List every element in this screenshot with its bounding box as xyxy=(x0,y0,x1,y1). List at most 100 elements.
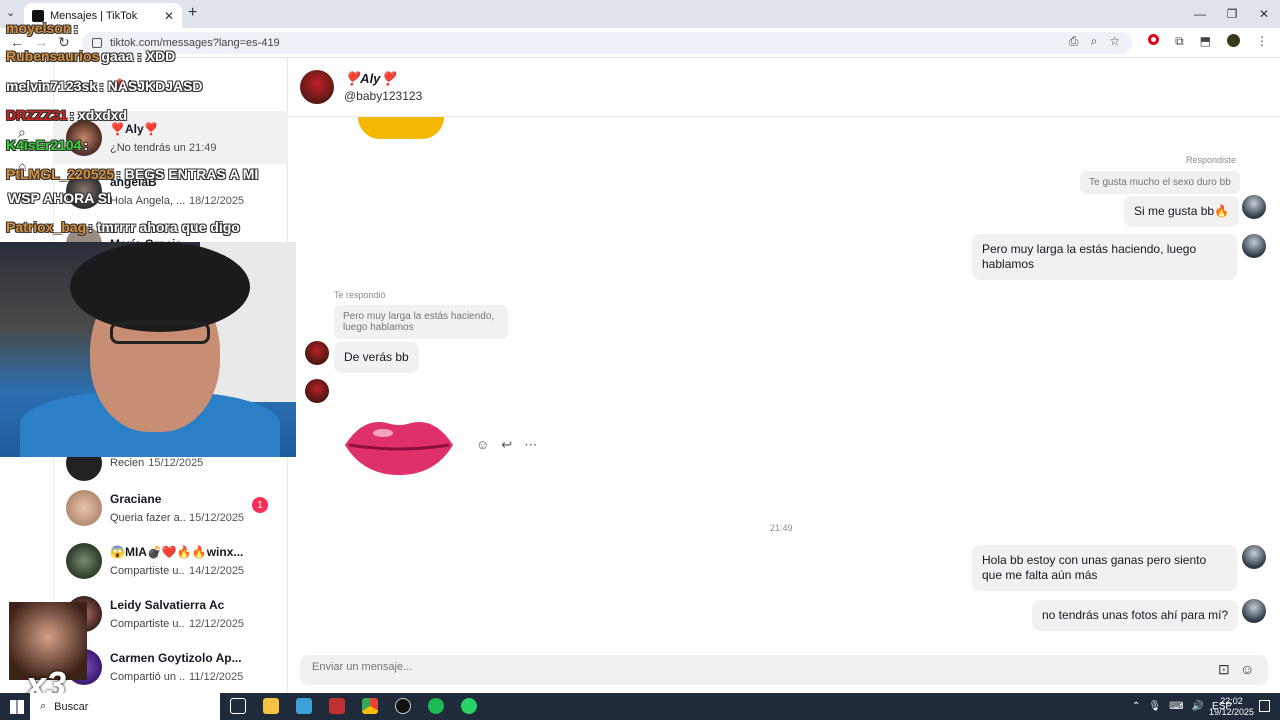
conversation-preview: ¿No tendrás unas fot... xyxy=(110,141,185,154)
omnibox-icons: ⎙ ⌕ ☆ xyxy=(1069,34,1120,49)
file-explorer-icon[interactable] xyxy=(263,698,279,714)
conversation-date: 21:49 xyxy=(189,141,217,154)
overlay-chat-line: K4isEr2104: xyxy=(6,137,89,153)
window-controls: — ❐ ✕ xyxy=(1184,0,1280,28)
contact-avatar[interactable] xyxy=(300,70,334,104)
taskbar-apps xyxy=(230,698,477,714)
chrome-icon[interactable] xyxy=(362,698,378,714)
window-close-icon[interactable]: ✕ xyxy=(1248,0,1280,28)
conversation-date: 11/12/2025 xyxy=(189,670,244,683)
conversation-date: 15/12/2025 xyxy=(189,511,245,524)
notifications-icon[interactable] xyxy=(1259,700,1270,712)
url-field[interactable]: tiktok.com/messages?lang=es-419 xyxy=(82,32,1132,54)
message-bubble[interactable]: Hola bb estoy con unas ganas pero siento… xyxy=(972,545,1237,591)
volume-icon[interactable]: 🔊 xyxy=(1192,701,1204,712)
zoom-icon[interactable]: ⌕ xyxy=(1091,34,1098,49)
conversation-item[interactable]: Leidy Salvatierra Ac Compartiste u... 12/… xyxy=(54,587,288,640)
lips-sticker[interactable] xyxy=(343,415,455,477)
contact-handle[interactable]: @baby123123 xyxy=(344,89,422,103)
extensions-puzzle-icon[interactable]: ⧉ xyxy=(1175,34,1184,49)
tray-chevron-icon[interactable]: ⌃ xyxy=(1132,701,1140,712)
conversation-item[interactable]: Carmen Goytizolo Ap... Compartió un ... 1… xyxy=(54,640,288,693)
opera-extension-icon[interactable] xyxy=(1148,34,1160,45)
avatar xyxy=(305,379,329,403)
overlay-chat-line: WSP AHORA SI xyxy=(8,190,111,206)
conversation-preview: Queria fazer a... xyxy=(110,511,185,524)
message-input[interactable] xyxy=(312,661,1192,673)
message-timestamp: 21:49 xyxy=(770,523,793,533)
tab-search-icon[interactable]: ⌄ xyxy=(6,6,15,19)
avatar xyxy=(305,341,329,365)
avatar xyxy=(1242,234,1266,258)
message-actions: ☺ ↩ ⋯ xyxy=(476,437,537,453)
contact-name[interactable]: ❣️Aly❣️ xyxy=(344,71,397,87)
replied-label: Respondiste xyxy=(1186,155,1237,165)
conversation-item[interactable]: Graciane Queria fazer a... 15/12/2025 1 xyxy=(54,481,288,534)
microphone-icon[interactable]: 🎙 xyxy=(1148,701,1161,712)
chat-panel: ❣️Aly❣️ @baby123123 Respondiste Te gusta… xyxy=(288,58,1280,693)
replied-label: Te respondió xyxy=(334,290,386,300)
overlay-chat-line: PtLMGL_220525: BEGS ENTRAS A MI xyxy=(6,166,259,182)
message-bubble[interactable]: no tendrás unas fotos ahí para mí? xyxy=(1032,600,1239,631)
message-bubble[interactable]: De verás bb xyxy=(334,342,419,373)
overlay-chat-line: Rubensaurios gaaa : XDD xyxy=(6,48,176,64)
profile-avatar-icon[interactable] xyxy=(1227,34,1240,47)
app-icon[interactable] xyxy=(329,698,345,714)
message-bubble[interactable]: Si me gusta bb🔥 xyxy=(1124,196,1239,227)
tab-close-icon[interactable]: ✕ xyxy=(164,9,174,23)
chat-header: ❣️Aly❣️ @baby123123 xyxy=(288,58,1280,117)
avatar xyxy=(1242,195,1266,219)
windows-start-icon[interactable] xyxy=(10,699,24,714)
react-emoji-icon[interactable]: ☺ xyxy=(476,437,489,453)
conversation-item[interactable]: 😱MIA💣❤️🔥🔥winx... Compartiste u... 14/12/2… xyxy=(54,534,288,587)
conversation-preview: Recien xyxy=(110,456,145,469)
overlay-chat-line: DRZZZ31: xdxdxd xyxy=(6,107,128,123)
avatar xyxy=(1242,599,1266,623)
message-composer: ⊡ ☺ xyxy=(300,655,1268,685)
site-info-icon[interactable] xyxy=(92,38,102,48)
conversation-name: 😱MIA💣❤️🔥🔥winx... xyxy=(110,544,244,559)
browser-tab-bar: ⌄ Mensajes | TikTok ✕ + — ❐ ✕ xyxy=(0,0,1280,28)
extension-icons: ⧉ ⬒ ⋮ xyxy=(1148,34,1268,49)
emoji-picker-icon[interactable]: ☺ xyxy=(1240,661,1254,677)
restore-icon[interactable]: ❐ xyxy=(1216,0,1248,28)
avatar xyxy=(66,489,102,526)
store-icon[interactable] xyxy=(296,698,312,714)
reply-icon[interactable]: ↩ xyxy=(501,437,512,453)
whatsapp-icon[interactable] xyxy=(461,698,477,714)
overlay-chat-line: Patriox_bag: tmrrrr ahora que digo xyxy=(6,219,240,235)
minimize-icon[interactable]: — xyxy=(1184,0,1216,28)
conversation-preview: Compartiste u... xyxy=(110,617,185,630)
reply-quote[interactable]: Te gusta mucho el sexo duro bb xyxy=(1080,171,1240,194)
conversation-preview: Compartió un ... xyxy=(110,670,185,683)
conversation-name: Carmen Goytizolo Ap... xyxy=(110,650,242,665)
tab-sync-icon[interactable]: ⬒ xyxy=(1200,34,1211,49)
conversation-date: 12/12/2025 xyxy=(189,617,245,630)
more-options-icon[interactable]: ⋯ xyxy=(524,437,537,453)
taskbar-clock[interactable]: 22:02 19/12/2025 xyxy=(1209,696,1254,718)
reply-quote[interactable]: Pero muy larga la estás haciendo, luego … xyxy=(334,305,508,339)
avatar xyxy=(1242,545,1266,569)
streamer-glasses xyxy=(110,322,210,344)
obs-icon[interactable] xyxy=(395,698,411,714)
conversation-name: ❣️Aly❣️ xyxy=(110,121,159,136)
network-icon[interactable]: ⌨ xyxy=(1169,701,1183,712)
task-view-icon[interactable] xyxy=(230,698,246,714)
message-bubble[interactable]: Pero muy larga la estás haciendo, luego … xyxy=(972,234,1237,280)
install-app-icon[interactable]: ⎙ xyxy=(1069,34,1079,49)
conversation-preview: Compartiste u... xyxy=(110,564,185,577)
new-tab-icon[interactable]: + xyxy=(188,4,197,22)
conversation-date: 18/12/2025 xyxy=(189,194,245,207)
conversation-date: 14/12/2025 xyxy=(189,564,245,577)
browser-menu-icon[interactable]: ⋮ xyxy=(1256,34,1268,49)
windows-taskbar: ⌕ Buscar ⌃ 🎙 ⌨ 🔊 ESP 22:02 19/12/2025 xyxy=(0,693,1280,720)
bookmark-star-icon[interactable]: ☆ xyxy=(1109,34,1120,49)
taskbar-search[interactable]: ⌕ Buscar xyxy=(30,693,220,720)
taskbar-search-label: Buscar xyxy=(54,700,89,713)
avatar xyxy=(66,542,102,579)
overlay-chat-line: melvin7123sk: NASJKDJASD xyxy=(6,78,203,94)
spotify-icon[interactable] xyxy=(428,698,444,714)
clock-time: 22:02 xyxy=(1220,696,1243,706)
streamer-hair xyxy=(70,242,250,332)
image-upload-icon[interactable]: ⊡ xyxy=(1218,661,1230,678)
